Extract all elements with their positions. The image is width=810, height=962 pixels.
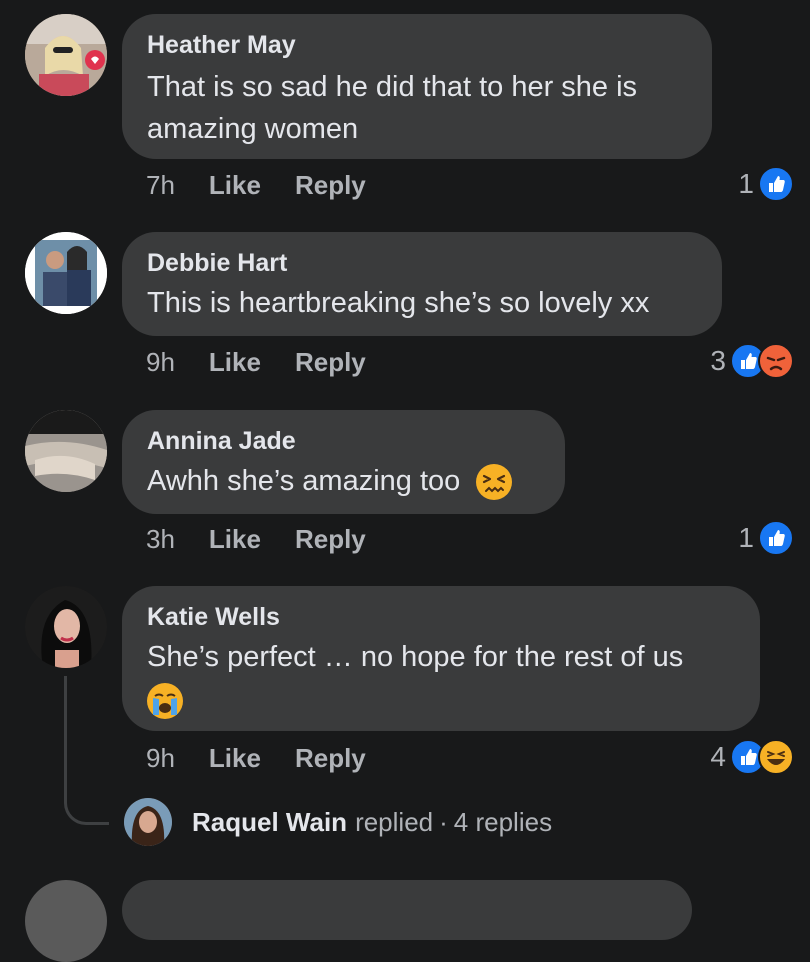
comment-author[interactable]: Heather May [147, 30, 687, 60]
comment-text: That is so sad he did that to her she is… [147, 71, 638, 145]
avatar[interactable] [25, 14, 107, 96]
comment-time[interactable]: 7h [146, 170, 175, 201]
like-button[interactable]: Like [209, 524, 261, 555]
avatar[interactable] [25, 232, 107, 314]
view-replies-link[interactable]: Raquel Wain replied · 4 replies [124, 798, 552, 846]
avatar[interactable] [25, 880, 107, 962]
reaction-count: 1 [738, 522, 754, 553]
reply-button[interactable]: Reply [295, 347, 366, 378]
avatar[interactable] [25, 586, 107, 668]
comment-bubble: Annina Jade Awhh she’s amazing too [122, 410, 565, 514]
haha-reaction-icon [758, 739, 794, 775]
reaction-summary[interactable]: 1 [738, 520, 794, 556]
like-button[interactable]: Like [209, 347, 261, 378]
comment-bubble: Katie Wells She’s perfect … no hope for … [122, 586, 760, 731]
thread-connector [64, 676, 109, 825]
comment-meta: 9h Like Reply [146, 347, 366, 378]
replied-label: replied [355, 806, 434, 837]
comment-meta: 3h Like Reply [146, 524, 366, 555]
comment-text: This is heartbreaking she’s so lovely xx [147, 287, 650, 319]
avatar [124, 798, 172, 846]
reaction-summary[interactable]: 3 [710, 343, 794, 379]
comment-bubble: Debbie Hart This is heartbreaking she’s … [122, 232, 722, 336]
like-reaction-icon [758, 520, 794, 556]
reply-button[interactable]: Reply [295, 743, 366, 774]
comment-meta: 9h Like Reply [146, 743, 366, 774]
comment-author[interactable]: Debbie Hart [147, 248, 697, 278]
like-button[interactable]: Like [209, 743, 261, 774]
replies-count: 4 replies [453, 806, 553, 837]
comment-time[interactable]: 3h [146, 524, 175, 555]
comment-bubble [122, 880, 692, 940]
comment-author[interactable]: Annina Jade [147, 426, 540, 456]
reaction-count: 1 [738, 168, 754, 199]
like-button[interactable]: Like [209, 170, 261, 201]
comment-time[interactable]: 9h [146, 743, 175, 774]
like-reaction-icon [758, 166, 794, 202]
reply-button[interactable]: Reply [295, 524, 366, 555]
comment-text-body: Awhh she’s amazing too [147, 465, 461, 497]
avatar[interactable] [25, 410, 107, 492]
angry-reaction-icon [758, 343, 794, 379]
comment-text: Awhh she’s amazing too [147, 460, 540, 502]
reaction-summary[interactable]: 1 [738, 166, 794, 202]
reply-button[interactable]: Reply [295, 170, 366, 201]
reaction-count: 4 [710, 741, 726, 772]
comment-text-body: She’s perfect … no hope for the rest of … [147, 641, 684, 673]
comment-time[interactable]: 9h [146, 347, 175, 378]
comment-bubble: Heather May That is so sad he did that t… [122, 14, 712, 159]
comment-author[interactable]: Katie Wells [147, 602, 735, 632]
confounded-face-icon [476, 464, 513, 501]
comment-text: She’s perfect … no hope for the rest of … [147, 636, 735, 720]
reply-author: Raquel Wain [192, 806, 348, 837]
loudly-crying-face-icon [147, 683, 183, 720]
reaction-count: 3 [710, 345, 726, 376]
comment-meta: 7h Like Reply [146, 170, 366, 201]
reaction-summary[interactable]: 4 [710, 739, 794, 775]
separator: · [439, 806, 448, 837]
